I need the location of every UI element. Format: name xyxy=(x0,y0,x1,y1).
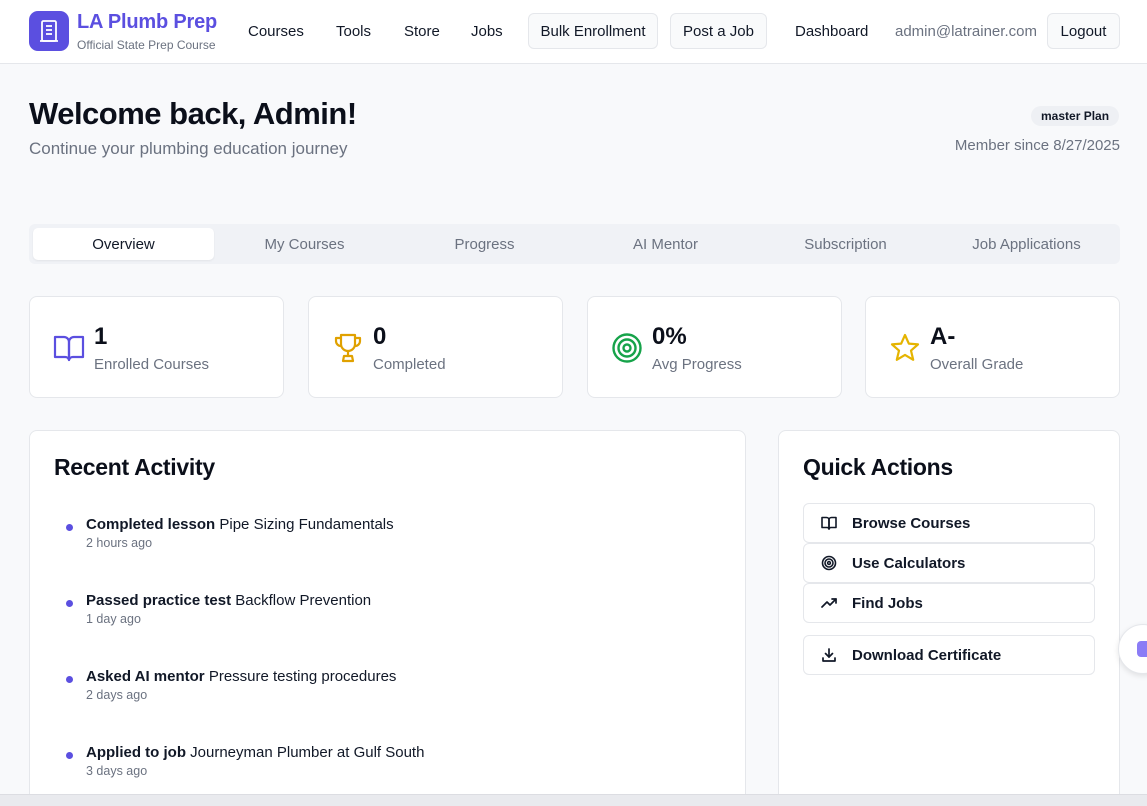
activity-action: Completed lesson xyxy=(86,516,216,533)
download-icon xyxy=(820,646,838,664)
quick-actions-panel: Quick Actions Browse Courses Use Calcula… xyxy=(778,430,1120,806)
brand-title[interactable]: LA Plumb Prep xyxy=(77,11,217,34)
trophy-icon xyxy=(331,331,365,365)
activity-time: 2 days ago xyxy=(86,688,148,702)
qa-label: Download Certificate xyxy=(852,646,1002,664)
activity-subject: Pipe Sizing Fundamentals xyxy=(219,516,394,533)
qa-label: Use Calculators xyxy=(852,554,966,572)
activity-item: Passed practice test Backflow Prevention… xyxy=(66,592,372,626)
stat-card-overall-grade: A- Overall Grade xyxy=(865,296,1120,398)
stat-card-enrolled: 1 Enrolled Courses xyxy=(29,296,284,398)
activity-time: 3 days ago xyxy=(86,764,148,778)
qa-label: Browse Courses xyxy=(852,514,971,532)
target-icon xyxy=(820,554,838,572)
stat-card-avg-progress: 0% Avg Progress xyxy=(587,296,842,398)
post-job-button[interactable]: Post a Job xyxy=(670,13,767,49)
plan-badge: master Plan xyxy=(1031,106,1120,126)
stat-value: 0% xyxy=(652,323,687,350)
building-icon xyxy=(40,20,58,42)
nav-dashboard[interactable]: Dashboard xyxy=(795,23,868,40)
activity-subject: Pressure testing procedures xyxy=(208,668,397,685)
activity-action: Asked AI mentor xyxy=(86,668,205,685)
user-email: admin@latrainer.com xyxy=(895,23,1037,40)
stat-value: 1 xyxy=(94,323,108,350)
activity-time: 1 day ago xyxy=(86,612,141,626)
tab-progress[interactable]: Progress xyxy=(394,228,575,260)
brand-subtitle: Official State Prep Course xyxy=(77,38,216,52)
horizontal-scrollbar[interactable] xyxy=(0,794,1147,806)
activity-dot xyxy=(66,752,73,759)
nav-courses[interactable]: Courses xyxy=(248,23,304,40)
tab-subscription[interactable]: Subscription xyxy=(755,228,936,260)
star-icon xyxy=(888,331,922,365)
tab-ai-mentor[interactable]: AI Mentor xyxy=(575,228,756,260)
activity-item: Applied to job Journeyman Plumber at Gul… xyxy=(66,744,425,778)
dashboard-tabs: Overview My Courses Progress AI Mentor S… xyxy=(29,224,1120,264)
recent-activity-panel: Recent Activity Completed lesson Pipe Si… xyxy=(29,430,746,806)
recent-activity-title: Recent Activity xyxy=(54,454,215,480)
bulk-enrollment-button[interactable]: Bulk Enrollment xyxy=(528,13,658,49)
stat-label: Overall Grade xyxy=(930,356,1024,373)
book-open-icon xyxy=(820,514,838,532)
stat-value: 0 xyxy=(373,323,387,350)
book-open-icon xyxy=(52,331,86,365)
tab-my-courses[interactable]: My Courses xyxy=(214,228,395,260)
qa-label: Find Jobs xyxy=(852,594,923,612)
use-calculators-button[interactable]: Use Calculators xyxy=(803,543,1095,583)
browse-courses-button[interactable]: Browse Courses xyxy=(803,503,1095,543)
page-title: Welcome back, Admin! xyxy=(29,96,357,131)
nav-store[interactable]: Store xyxy=(404,23,440,40)
logout-button[interactable]: Logout xyxy=(1047,13,1120,49)
stat-value: A- xyxy=(930,323,956,350)
activity-subject: Backflow Prevention xyxy=(235,592,372,609)
tab-overview[interactable]: Overview xyxy=(33,228,214,260)
logo-badge[interactable] xyxy=(29,11,69,51)
top-nav-bar: LA Plumb Prep Official State Prep Course… xyxy=(0,0,1147,64)
stat-label: Enrolled Courses xyxy=(94,356,210,373)
activity-subject: Journeyman Plumber at Gulf South xyxy=(190,744,425,761)
activity-dot xyxy=(66,524,73,531)
activity-action: Passed practice test xyxy=(86,592,232,609)
tab-job-applications[interactable]: Job Applications xyxy=(936,228,1117,260)
stat-card-completed: 0 Completed xyxy=(308,296,563,398)
stat-label: Avg Progress xyxy=(652,356,742,373)
chat-icon xyxy=(1137,641,1147,657)
nav-jobs[interactable]: Jobs xyxy=(471,23,503,40)
activity-dot xyxy=(66,600,73,607)
activity-item: Asked AI mentor Pressure testing procedu… xyxy=(66,668,397,702)
activity-item: Completed lesson Pipe Sizing Fundamental… xyxy=(66,516,394,550)
activity-action: Applied to job xyxy=(86,744,186,761)
chat-widget-button[interactable] xyxy=(1118,624,1147,674)
find-jobs-button[interactable]: Find Jobs xyxy=(803,583,1095,623)
trending-up-icon xyxy=(820,594,838,612)
download-certificate-button[interactable]: Download Certificate xyxy=(803,635,1095,675)
stat-label: Completed xyxy=(373,356,446,373)
member-since: Member since 8/27/2025 xyxy=(954,137,1120,154)
activity-dot xyxy=(66,676,73,683)
activity-time: 2 hours ago xyxy=(86,536,153,550)
nav-tools[interactable]: Tools xyxy=(336,23,371,40)
quick-actions-title: Quick Actions xyxy=(803,454,953,480)
target-icon xyxy=(610,331,644,365)
page-subtitle: Continue your plumbing education journey xyxy=(29,139,348,158)
